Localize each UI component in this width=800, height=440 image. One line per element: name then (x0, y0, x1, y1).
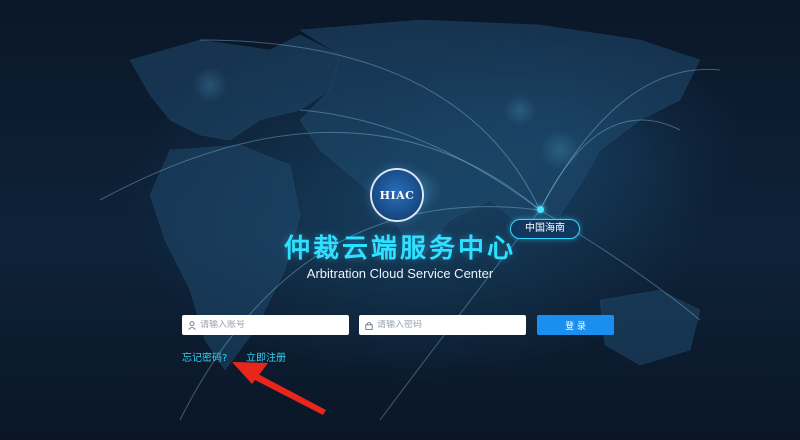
australia-landmass (599, 289, 701, 366)
asia-landmass (299, 19, 701, 261)
forgot-password-link[interactable]: 忘记密码? (182, 349, 227, 364)
account-field[interactable] (182, 315, 349, 335)
page-title: 仲裁云端服务中心 (283, 234, 516, 264)
page-subtitle: Arbitration Cloud Service Center (306, 266, 494, 281)
account-input[interactable] (196, 320, 349, 330)
lock-icon (365, 321, 373, 330)
login-button[interactable]: 登 录 (537, 315, 614, 335)
logo-text: HIAC (379, 188, 415, 202)
password-field[interactable] (359, 315, 526, 335)
register-link[interactable]: 立即注册 (246, 349, 286, 364)
annotation-arrow (232, 362, 326, 415)
hiac-logo: HIAC (372, 170, 422, 220)
location-pin-icon (537, 206, 544, 213)
password-input[interactable] (373, 320, 526, 330)
world-map-illustration (99, 19, 721, 421)
user-icon (188, 320, 196, 330)
